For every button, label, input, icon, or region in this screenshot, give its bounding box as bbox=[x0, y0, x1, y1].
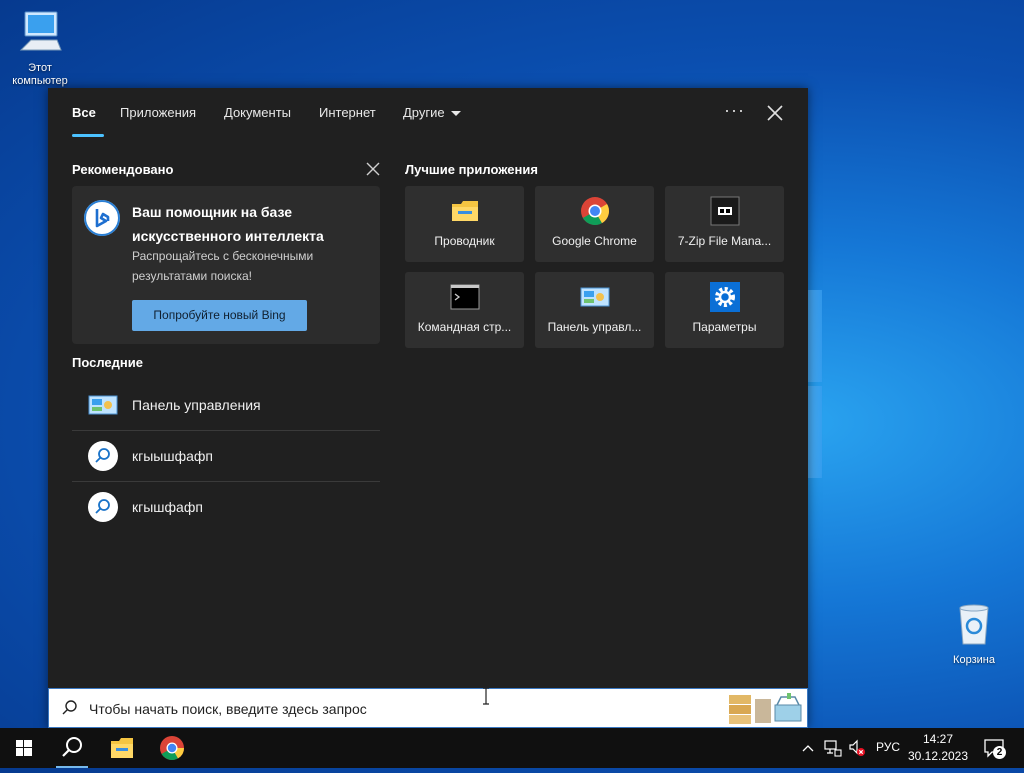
app-tile-7zip[interactable]: 7-Zip File Mana... bbox=[665, 186, 784, 262]
chevron-down-icon bbox=[450, 111, 461, 117]
clock-date: 30.12.2023 bbox=[907, 749, 969, 763]
desktop-icon-this-pc[interactable]: Этот компьютер bbox=[2, 10, 78, 88]
windows-start-icon bbox=[16, 740, 32, 756]
file-explorer-icon bbox=[450, 196, 480, 226]
taskbar-search-button[interactable] bbox=[48, 728, 96, 768]
recent-title: Последние bbox=[72, 355, 143, 370]
close-icon[interactable] bbox=[764, 102, 786, 124]
desktop-icon-label: Корзина bbox=[953, 654, 995, 666]
command-prompt-icon bbox=[450, 282, 480, 312]
app-tile-command-prompt[interactable]: Командная стр... bbox=[405, 272, 524, 348]
more-options-button[interactable]: ··· bbox=[724, 100, 745, 121]
text-cursor-icon bbox=[483, 687, 489, 705]
app-tile-settings[interactable]: Параметры bbox=[665, 272, 784, 348]
taskbar: РУС 14:27 30.12.2023 2 bbox=[0, 728, 1024, 768]
tab-documents[interactable]: Документы bbox=[224, 105, 291, 120]
computer-icon bbox=[2, 10, 78, 58]
app-tile-label: Параметры bbox=[692, 320, 757, 334]
recent-item-search[interactable]: кгыышфафп bbox=[72, 431, 380, 481]
app-tile-label: Google Chrome bbox=[552, 234, 637, 248]
chevron-up-icon[interactable] bbox=[802, 742, 814, 754]
start-button[interactable] bbox=[0, 728, 48, 768]
app-tile-label: Панель управл... bbox=[547, 320, 642, 334]
language-indicator[interactable]: РУС bbox=[876, 740, 900, 754]
search-icon bbox=[88, 492, 120, 524]
active-tab-indicator bbox=[72, 134, 104, 137]
control-panel-icon bbox=[88, 390, 120, 422]
list-item-label: кгышфафп bbox=[132, 499, 203, 515]
action-center-button[interactable]: 2 bbox=[982, 736, 1006, 760]
search-highlight-illustration-icon[interactable] bbox=[727, 691, 805, 725]
search-icon bbox=[62, 700, 77, 715]
dismiss-recommended-icon[interactable] bbox=[366, 162, 380, 176]
app-tile-label: Проводник bbox=[434, 234, 495, 248]
tab-all[interactable]: Все bbox=[72, 105, 96, 120]
clock[interactable]: 14:27 30.12.2023 bbox=[900, 731, 976, 765]
desktop-icon-recycle-bin[interactable]: Корзина bbox=[936, 602, 1012, 667]
file-explorer-icon bbox=[111, 738, 133, 758]
search-icon bbox=[88, 441, 120, 473]
recycle-bin-icon bbox=[936, 602, 1012, 650]
list-item-label: Панель управления bbox=[132, 397, 261, 413]
app-tile-file-explorer[interactable]: Проводник bbox=[405, 186, 524, 262]
chrome-icon bbox=[580, 196, 610, 226]
7zip-icon bbox=[710, 196, 740, 226]
app-tile-control-panel[interactable]: Панель управл... bbox=[535, 272, 654, 348]
taskbar-file-explorer[interactable] bbox=[98, 728, 146, 768]
recommendation-title: Ваш помощник на базе искусственного инте… bbox=[132, 204, 324, 244]
app-tile-label: Командная стр... bbox=[417, 320, 512, 334]
clock-time: 14:27 bbox=[922, 732, 954, 746]
chrome-icon bbox=[160, 736, 184, 761]
tab-other[interactable]: Другие bbox=[403, 105, 461, 120]
recommended-title: Рекомендовано bbox=[72, 162, 174, 177]
app-tile-chrome[interactable]: Google Chrome bbox=[535, 186, 654, 262]
control-panel-icon bbox=[580, 282, 610, 312]
tab-internet[interactable]: Интернет bbox=[319, 105, 376, 120]
try-bing-button[interactable]: Попробуйте новый Bing bbox=[132, 300, 307, 331]
recent-item-search[interactable]: кгышфафп bbox=[72, 482, 380, 532]
list-item-label: кгыышфафп bbox=[132, 448, 213, 464]
notification-count-badge: 2 bbox=[993, 746, 1006, 759]
search-box[interactable]: Чтобы начать поиск, введите здесь запрос bbox=[48, 687, 808, 728]
search-panel: Все Приложения Документы Интернет Другие… bbox=[48, 88, 808, 728]
network-icon[interactable] bbox=[824, 739, 842, 757]
top-apps-title: Лучшие приложения bbox=[405, 162, 538, 177]
bing-recommendation-card[interactable]: Ваш помощник на базе искусственного инте… bbox=[72, 186, 380, 344]
settings-icon bbox=[710, 282, 740, 312]
bing-icon bbox=[84, 200, 120, 236]
desktop-icon-label: Этот компьютер bbox=[12, 62, 68, 87]
tab-apps[interactable]: Приложения bbox=[120, 105, 196, 120]
volume-muted-icon[interactable] bbox=[848, 739, 866, 757]
tab-other-label: Другие bbox=[403, 105, 445, 120]
search-icon bbox=[62, 737, 82, 757]
search-tabs: Все Приложения Документы Интернет Другие… bbox=[48, 88, 808, 138]
recent-item-control-panel[interactable]: Панель управления bbox=[72, 380, 380, 430]
search-input[interactable]: Чтобы начать поиск, введите здесь запрос bbox=[89, 701, 367, 717]
app-tile-label: 7-Zip File Mana... bbox=[677, 234, 772, 248]
recommendation-subtitle: Распрощайтесь с бесконечными результатам… bbox=[132, 249, 314, 283]
taskbar-chrome[interactable] bbox=[148, 728, 196, 768]
